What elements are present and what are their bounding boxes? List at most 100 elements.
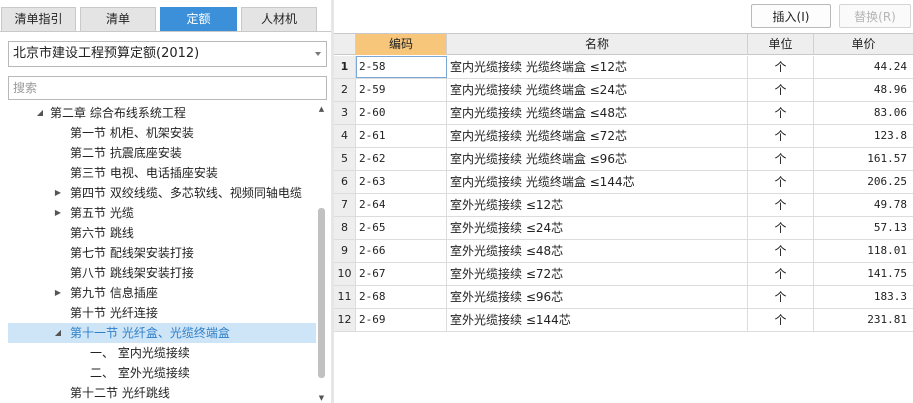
unit-cell[interactable]: 个	[748, 148, 814, 170]
code-cell[interactable]: 2-67	[356, 263, 447, 285]
unit-cell[interactable]: 个	[748, 56, 814, 78]
price-cell[interactable]: 83.06	[814, 102, 913, 124]
table-header: 编码 名称 单位 单价	[334, 33, 913, 55]
code-cell[interactable]: 2-65	[356, 217, 447, 239]
unit-cell[interactable]: 个	[748, 263, 814, 285]
insert-button[interactable]: 插入(I)	[751, 4, 831, 28]
price-cell[interactable]: 183.3	[814, 286, 913, 308]
quota-library-select[interactable]: 北京市建设工程预算定额(2012)	[8, 41, 327, 67]
triangle-down-icon[interactable]: ◢	[34, 103, 46, 123]
table-row[interactable]: 12 2-69 室外光缆接续 ≤144芯个 231.81	[334, 309, 913, 332]
triangle-right-icon[interactable]: ▶	[52, 283, 64, 303]
triangle-right-icon[interactable]: ▶	[52, 183, 64, 203]
code-cell[interactable]: 2-61	[356, 125, 447, 147]
tree-item[interactable]: 二、 室外光缆接续	[8, 363, 316, 383]
name-cell[interactable]: 室外光缆接续 ≤96芯	[447, 286, 748, 308]
table-row[interactable]: 9 2-66 室外光缆接续 ≤48芯个 118.01	[334, 240, 913, 263]
price-cell[interactable]: 141.75	[814, 263, 913, 285]
tree-item[interactable]: 一、 室内光缆接续	[8, 343, 316, 363]
table-row[interactable]: 6 2-63 室内光缆接续 光缆终端盒 ≤144芯个 206.25	[334, 171, 913, 194]
name-cell[interactable]: 室外光缆接续 ≤24芯	[447, 217, 748, 239]
replace-button[interactable]: 替换(R)	[839, 4, 911, 28]
scroll-up-icon[interactable]: ▲	[316, 104, 327, 114]
price-cell[interactable]: 57.13	[814, 217, 913, 239]
name-cell[interactable]: 室内光缆接续 光缆终端盒 ≤12芯	[447, 56, 748, 78]
triangle-down-icon[interactable]: ◢	[52, 323, 64, 343]
column-header-name[interactable]: 名称	[447, 34, 748, 55]
column-header-price[interactable]: 单价	[814, 34, 913, 55]
tab-quota[interactable]: 定额	[160, 7, 237, 32]
quota-list-panel: 插入(I) 替换(R) 编码 名称 单位 单价 1 2-58 室内光缆接续 光缆终端…	[334, 0, 913, 403]
column-header-code[interactable]: 编码	[356, 34, 447, 55]
table-row[interactable]: 10 2-67 室外光缆接续 ≤72芯个 141.75	[334, 263, 913, 286]
unit-cell[interactable]: 个	[748, 217, 814, 239]
code-cell[interactable]: 2-68	[356, 286, 447, 308]
tree-item[interactable]: 第十节 光纤连接	[8, 303, 316, 323]
table-row[interactable]: 7 2-64 室外光缆接续 ≤12芯个 49.78	[334, 194, 913, 217]
tree-item[interactable]: ▶ 第四节 双绞线缆、多芯软线、视频同轴电缆	[8, 183, 316, 203]
search-input[interactable]	[8, 76, 327, 100]
unit-cell[interactable]: 个	[748, 102, 814, 124]
table-row[interactable]: 2 2-59 室内光缆接续 光缆终端盒 ≤24芯个 48.96	[334, 79, 913, 102]
tree-scrollbar[interactable]: ▲ ▼	[316, 103, 327, 403]
name-cell[interactable]: 室内光缆接续 光缆终端盒 ≤48芯	[447, 102, 748, 124]
tree-item[interactable]: ◢ 第十一节 光纤盒、光缆终端盒	[8, 323, 316, 343]
unit-cell[interactable]: 个	[748, 286, 814, 308]
tree-item[interactable]: 第二节 抗震底座安装	[8, 143, 316, 163]
tab-labor-material-machine[interactable]: 人材机	[241, 7, 317, 32]
code-cell[interactable]: 2-58	[356, 56, 447, 78]
price-cell[interactable]: 48.96	[814, 79, 913, 101]
price-cell[interactable]: 206.25	[814, 171, 913, 193]
tree-item[interactable]: 第七节 配线架安装打接	[8, 243, 316, 263]
tree-item[interactable]: 第八节 跳线架安装打接	[8, 263, 316, 283]
code-cell[interactable]: 2-66	[356, 240, 447, 262]
unit-cell[interactable]: 个	[748, 309, 814, 331]
scrollbar-thumb[interactable]	[318, 208, 325, 378]
name-cell[interactable]: 室外光缆接续 ≤144芯	[447, 309, 748, 331]
code-cell[interactable]: 2-59	[356, 79, 447, 101]
unit-cell[interactable]: 个	[748, 194, 814, 216]
name-cell[interactable]: 室内光缆接续 光缆终端盒 ≤144芯	[447, 171, 748, 193]
table-row[interactable]: 8 2-65 室外光缆接续 ≤24芯个 57.13	[334, 217, 913, 240]
price-cell[interactable]: 123.8	[814, 125, 913, 147]
scroll-down-icon[interactable]: ▼	[316, 393, 327, 403]
unit-cell[interactable]: 个	[748, 171, 814, 193]
table-row[interactable]: 4 2-61 室内光缆接续 光缆终端盒 ≤72芯个 123.8	[334, 125, 913, 148]
code-cell[interactable]: 2-62	[356, 148, 447, 170]
tree-item[interactable]: 第六节 跳线	[8, 223, 316, 243]
name-cell[interactable]: 室内光缆接续 光缆终端盒 ≤96芯	[447, 148, 748, 170]
row-number: 9	[334, 240, 356, 262]
column-header-unit[interactable]: 单位	[748, 34, 814, 55]
code-cell[interactable]: 2-60	[356, 102, 447, 124]
tree-item[interactable]: ◢ 第二章 综合布线系统工程	[8, 103, 316, 123]
name-cell[interactable]: 室外光缆接续 ≤12芯	[447, 194, 748, 216]
unit-cell[interactable]: 个	[748, 240, 814, 262]
name-cell[interactable]: 室内光缆接续 光缆终端盒 ≤72芯	[447, 125, 748, 147]
price-cell[interactable]: 49.78	[814, 194, 913, 216]
unit-cell[interactable]: 个	[748, 125, 814, 147]
quota-table: 编码 名称 单位 单价 1 2-58 室内光缆接续 光缆终端盒 ≤12芯个 44.24…	[334, 33, 913, 403]
table-row[interactable]: 1 2-58 室内光缆接续 光缆终端盒 ≤12芯个 44.24	[334, 56, 913, 79]
name-cell[interactable]: 室内光缆接续 光缆终端盒 ≤24芯	[447, 79, 748, 101]
code-cell[interactable]: 2-63	[356, 171, 447, 193]
price-cell[interactable]: 118.01	[814, 240, 913, 262]
price-cell[interactable]: 161.57	[814, 148, 913, 170]
unit-cell[interactable]: 个	[748, 79, 814, 101]
triangle-right-icon[interactable]: ▶	[52, 203, 64, 223]
table-row[interactable]: 11 2-68 室外光缆接续 ≤96芯个 183.3	[334, 286, 913, 309]
tree-item[interactable]: 第十二节 光纤跳线	[8, 383, 316, 403]
table-row[interactable]: 3 2-60 室内光缆接续 光缆终端盒 ≤48芯个 83.06	[334, 102, 913, 125]
tab-bill[interactable]: 清单	[80, 7, 156, 32]
tree-item[interactable]: 第一节 机柜、机架安装	[8, 123, 316, 143]
tree-item[interactable]: ▶ 第九节 信息插座	[8, 283, 316, 303]
code-cell[interactable]: 2-69	[356, 309, 447, 331]
name-cell[interactable]: 室外光缆接续 ≤48芯	[447, 240, 748, 262]
price-cell[interactable]: 44.24	[814, 56, 913, 78]
tab-bill-guide[interactable]: 清单指引	[1, 7, 76, 32]
tree-item[interactable]: ▶ 第五节 光缆	[8, 203, 316, 223]
price-cell[interactable]: 231.81	[814, 309, 913, 331]
table-row[interactable]: 5 2-62 室内光缆接续 光缆终端盒 ≤96芯个 161.57	[334, 148, 913, 171]
name-cell[interactable]: 室外光缆接续 ≤72芯	[447, 263, 748, 285]
tree-item[interactable]: 第三节 电视、电话插座安装	[8, 163, 316, 183]
code-cell[interactable]: 2-64	[356, 194, 447, 216]
